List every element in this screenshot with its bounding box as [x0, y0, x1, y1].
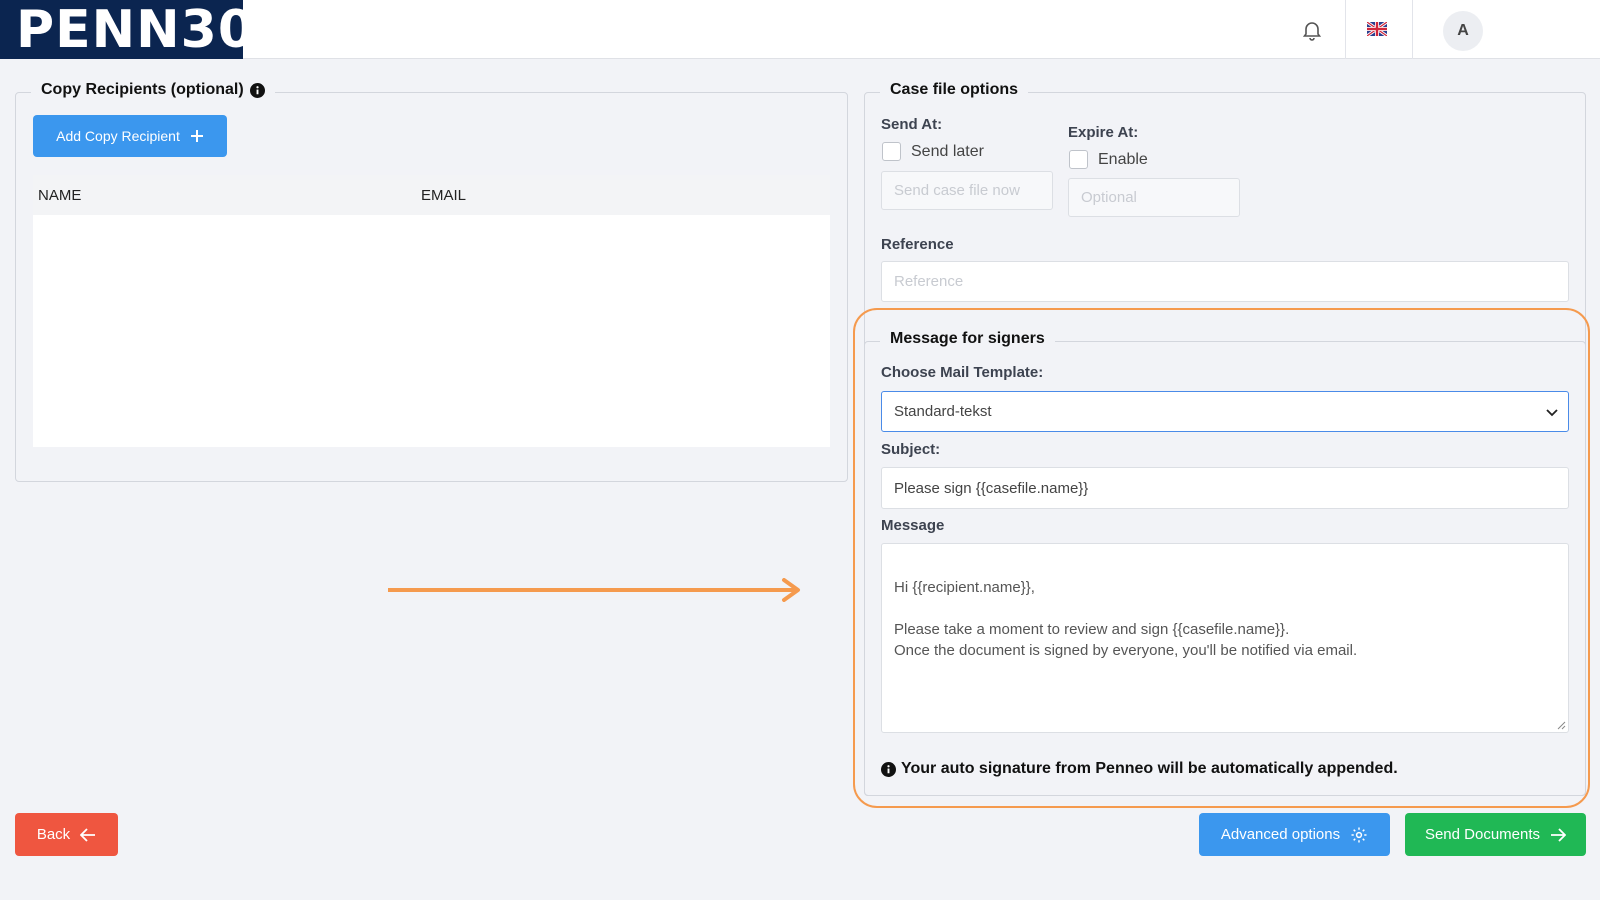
send-documents-label: Send Documents: [1424, 826, 1541, 843]
plus-icon: [190, 130, 203, 142]
copy-recipients-title-text: Copy Recipients (optional): [41, 81, 244, 98]
expire-enable-checkbox[interactable]: [1069, 150, 1088, 169]
arrow-right-icon: [388, 578, 800, 602]
send-later-row[interactable]: Send later: [882, 142, 984, 161]
copy-recipients-table: NAME EMAIL: [33, 175, 830, 447]
header-divider: [1412, 0, 1413, 59]
arrow-right-icon: [1551, 827, 1567, 842]
top-bar: PENN30 ® A: [0, 0, 1600, 60]
expire-enable-label: Enable: [1098, 150, 1148, 168]
send-at-input[interactable]: [881, 171, 1053, 210]
column-header-name[interactable]: NAME: [38, 187, 81, 204]
add-copy-recipient-button[interactable]: Add Copy Recipient: [33, 115, 227, 157]
copy-recipients-title: Copy Recipients (optional): [31, 81, 275, 99]
column-header-email[interactable]: EMAIL: [421, 187, 466, 204]
advanced-options-label: Advanced options: [1220, 826, 1341, 843]
expire-at-label: Expire At:: [1068, 124, 1139, 141]
logo-registered-mark: ®: [257, 10, 269, 21]
table-header: NAME EMAIL: [33, 175, 830, 215]
add-copy-recipient-label: Add Copy Recipient: [56, 128, 180, 144]
highlight-outline: [853, 308, 1590, 808]
avatar[interactable]: A: [1443, 11, 1483, 51]
penneo-logo[interactable]: PENN30 ®: [0, 0, 267, 60]
header-divider: [1345, 0, 1346, 59]
expire-at-input[interactable]: [1068, 178, 1240, 217]
send-at-label: Send At:: [881, 116, 943, 133]
send-later-checkbox[interactable]: [882, 142, 901, 161]
gear-icon: [1351, 827, 1367, 842]
advanced-options-button[interactable]: Advanced options: [1199, 813, 1390, 856]
expire-enable-row[interactable]: Enable: [1069, 150, 1148, 169]
back-button[interactable]: Back: [15, 813, 118, 856]
bell-icon[interactable]: [1300, 18, 1324, 42]
arrow-left-icon: [80, 827, 96, 842]
send-documents-button[interactable]: Send Documents: [1405, 813, 1586, 856]
uk-flag-icon[interactable]: [1367, 22, 1387, 36]
copy-recipients-panel: Copy Recipients (optional) Add Copy Reci…: [15, 81, 848, 482]
reference-label: Reference: [881, 236, 954, 253]
logo-text: PENN30: [16, 0, 256, 60]
reference-input[interactable]: [881, 261, 1569, 302]
case-file-options-title: Case file options: [880, 81, 1029, 99]
info-icon[interactable]: [249, 82, 265, 98]
back-label: Back: [36, 826, 71, 843]
send-later-label: Send later: [911, 142, 984, 160]
